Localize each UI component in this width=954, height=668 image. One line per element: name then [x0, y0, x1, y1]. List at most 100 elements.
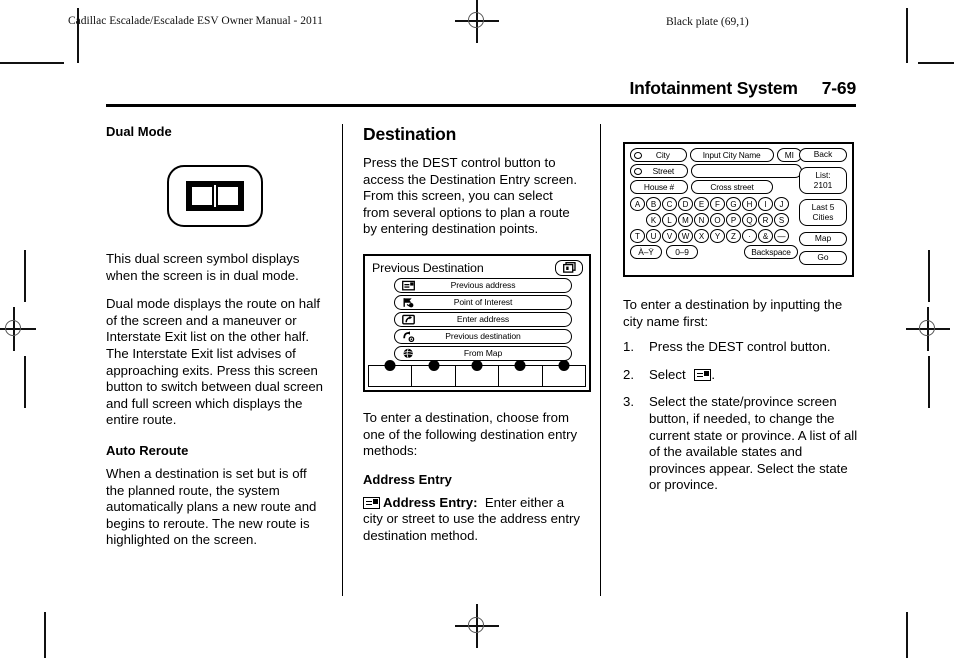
menu-item-from-map[interactable]: From Map [394, 345, 572, 361]
menu-item-previous-destination[interactable]: Previous destination [394, 328, 572, 344]
keyboard-key-l[interactable]: L [662, 213, 677, 227]
tab-dot-icon [384, 359, 396, 371]
keyboard-key-&[interactable]: & [758, 229, 773, 243]
radio-dot-icon [634, 151, 642, 159]
back-button[interactable]: Back [799, 148, 847, 162]
keyboard-key-k[interactable]: K [646, 213, 661, 227]
keyboard-key-g[interactable]: G [726, 197, 741, 211]
keyboard-key-m[interactable]: M [678, 213, 693, 227]
keyboard-key-p[interactable]: P [726, 213, 741, 227]
figure-tab[interactable] [543, 359, 585, 386]
keyboard-key-q[interactable]: Q [742, 213, 757, 227]
keyboard-key-·[interactable]: · [742, 229, 757, 243]
list-count-label-2: 2101 [813, 179, 833, 190]
registration-mark-bottom [455, 604, 499, 648]
previous-destination-icon [402, 331, 415, 343]
dual-screen-icon [562, 262, 576, 274]
go-label: Go [817, 252, 829, 263]
city-name-input[interactable]: Input City Name [689, 148, 774, 162]
keyboard-key-y[interactable]: Y [710, 229, 725, 243]
previous-destination-screen-figure: Previous Destination Previous address Po… [363, 253, 591, 392]
menu-item-point-of-interest[interactable]: Point of Interest [394, 294, 572, 310]
keyboard-key-c[interactable]: C [662, 197, 677, 211]
heading-dual-mode: Dual Mode [106, 124, 172, 139]
keyboard-key-i[interactable]: I [758, 197, 773, 211]
step-text: Select [649, 366, 686, 382]
figure-tab[interactable] [499, 359, 543, 386]
dual-mode-caption: This dual screen symbol displays when th… [106, 251, 300, 283]
keyboard-key-b[interactable]: B [646, 197, 661, 211]
backspace-button[interactable]: Backspace [744, 245, 798, 259]
tab-dot-icon [428, 359, 440, 371]
keyboard-key-j[interactable]: J [774, 197, 789, 211]
menu-item-enter-address[interactable]: Enter address [394, 311, 572, 327]
step-item: 3. Select the state/province screen butt… [623, 394, 858, 494]
keyboard-key-u[interactable]: U [646, 229, 661, 243]
keyboard-row-city: City Input City Name MI [630, 148, 802, 162]
menu-item-previous-address[interactable]: Previous address [394, 277, 572, 293]
figure-screen-title: Previous Destination [372, 260, 484, 275]
keyboard-key-a[interactable]: A [630, 197, 645, 211]
figure-dual-screen-button[interactable] [555, 259, 583, 276]
keyboard-key-w[interactable]: W [678, 229, 693, 243]
tab-dot-icon [514, 359, 526, 371]
city-radio-button[interactable]: City [630, 148, 687, 162]
street-name-input[interactable] [690, 164, 802, 178]
address-entry-icon [402, 280, 415, 291]
numeric-keys-button[interactable]: 0–9 [666, 245, 698, 259]
city-entry-intro: To enter a destination by inputting the … [623, 297, 843, 329]
trim-mark-bottom-left-vertical [44, 612, 46, 658]
cross-street-button[interactable]: Cross street [691, 180, 773, 194]
keyboard-key-n[interactable]: N [694, 213, 709, 227]
keyboard-key-e[interactable]: E [694, 197, 709, 211]
keyboard-key-x[interactable]: X [694, 229, 709, 243]
address-entry-icon [694, 368, 712, 381]
figure-tab[interactable] [369, 359, 413, 386]
radio-dot-icon [634, 167, 642, 175]
keyboard-row-street: Street [630, 164, 802, 178]
keyboard-key-v[interactable]: V [662, 229, 677, 243]
city-name-input-value: Input City Name [702, 150, 761, 160]
registration-mark-left [0, 307, 36, 351]
trim-mark-bottom-right-vertical [906, 612, 908, 658]
city-entry-keyboard-figure: City Input City Name MI Street House # C… [623, 142, 854, 277]
trim-mark-right-upper-vertical [928, 250, 930, 302]
running-head: Infotainment System 7-69 [106, 78, 856, 108]
street-radio-button[interactable]: Street [630, 164, 688, 178]
menu-item-label: From Map [463, 348, 503, 359]
state-province-label: MI [784, 150, 794, 160]
keyboard-side-buttons: Back List: 2101 Last 5 Cities Map Go [799, 148, 847, 268]
heading-auto-reroute: Auto Reroute [106, 442, 189, 458]
back-label: Back [813, 149, 833, 160]
dual-mode-symbol-figure [106, 165, 324, 227]
last-five-cities-button[interactable]: Last 5 Cities [799, 199, 847, 226]
registration-mark-top [455, 0, 499, 43]
house-number-button[interactable]: House # [630, 180, 688, 194]
map-button[interactable]: Map [799, 232, 847, 246]
keyboard-key-t[interactable]: T [630, 229, 645, 243]
trim-mark-left-upper-vertical [24, 250, 26, 302]
auto-reroute-paragraph: When a destination is set but is off the… [106, 465, 317, 548]
heading-address-entry: Address Entry [363, 471, 452, 487]
keyboard-key-—[interactable]: — [774, 229, 789, 243]
address-entry-description: Address Entry: Enter either a city or st… [363, 495, 582, 545]
keyboard-key-o[interactable]: O [710, 213, 725, 227]
go-button[interactable]: Go [799, 251, 847, 265]
keyboard-key-f[interactable]: F [710, 197, 725, 211]
trim-mark-top-right-vertical [906, 8, 908, 63]
figure-tab[interactable] [412, 359, 456, 386]
keyboard-key-h[interactable]: H [742, 197, 757, 211]
keyboard-key-r[interactable]: R [758, 213, 773, 227]
figure-tab[interactable] [456, 359, 500, 386]
last-five-cities-label-2: Cities [812, 211, 834, 222]
trim-mark-left-lower-vertical [24, 356, 26, 408]
point-of-interest-icon [402, 297, 415, 308]
keyboard-key-z[interactable]: Z [726, 229, 741, 243]
keyboard-key-s[interactable]: S [774, 213, 789, 227]
menu-item-label: Previous address [450, 280, 516, 291]
backspace-label: Backspace [751, 247, 791, 257]
accent-characters-button[interactable]: À–Ÿ [630, 245, 662, 259]
keyboard-key-d[interactable]: D [678, 197, 693, 211]
step-text: Select the state/province screen button,… [649, 394, 858, 493]
list-count-button[interactable]: List: 2101 [799, 167, 847, 194]
